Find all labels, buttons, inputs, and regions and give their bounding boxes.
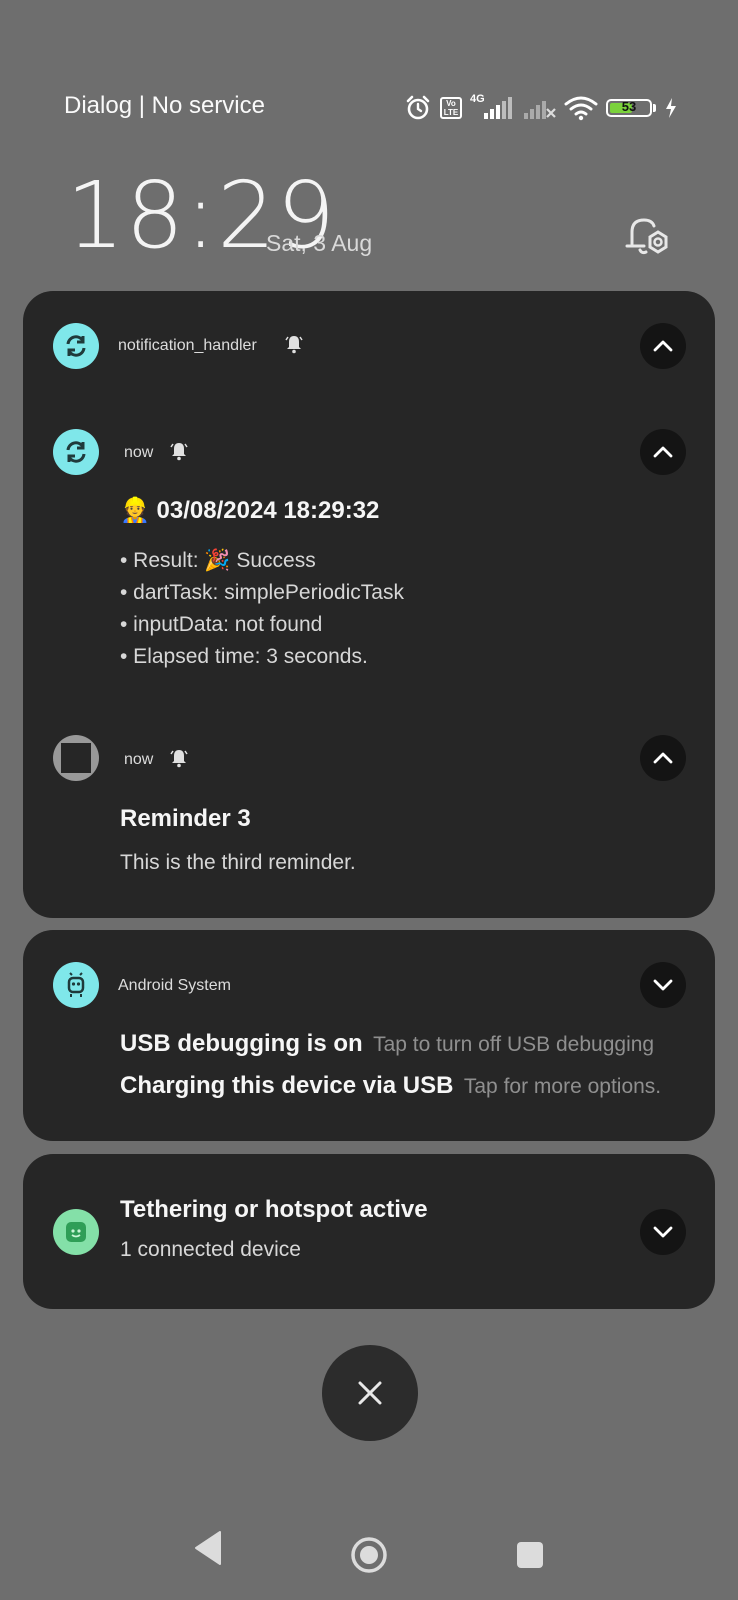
carrier-label: Dialog | No service <box>64 92 265 119</box>
notification-body: • Result: 🎉 Success • dartTask: simplePe… <box>120 545 404 673</box>
notification-settings-icon[interactable] <box>620 210 672 262</box>
usb-charging-row[interactable]: Charging this device via USB Tap for mor… <box>120 1072 661 1100</box>
notification-title: Tethering or hotspot active <box>120 1196 428 1223</box>
hotspot-app-icon <box>53 1209 99 1255</box>
no-signal-icon <box>524 101 556 119</box>
row-title: USB debugging is on <box>120 1030 363 1057</box>
collapse-notification-button[interactable] <box>640 735 686 781</box>
sync-app-icon <box>53 429 99 475</box>
body-line: • dartTask: simplePeriodicTask <box>120 581 404 604</box>
body-line: • Result: 🎉 Success <box>120 549 316 572</box>
back-icon[interactable] <box>192 1530 226 1566</box>
charging-icon <box>666 98 676 118</box>
chevron-down-icon <box>653 979 673 991</box>
chevron-up-icon <box>653 752 673 764</box>
bell-icon <box>285 336 303 354</box>
signal-icon: 4G <box>470 93 514 121</box>
body-line: • Elapsed time: 3 seconds. <box>120 645 368 668</box>
clear-all-button[interactable] <box>322 1345 418 1441</box>
expand-group-button[interactable] <box>640 962 686 1008</box>
chevron-up-icon <box>653 340 673 352</box>
body-line: • inputData: not found <box>120 613 323 636</box>
notification-tethering[interactable]: Tethering or hotspot active 1 connected … <box>23 1154 715 1309</box>
date-label: Sat, 3 Aug <box>266 230 373 256</box>
notification-time: now <box>124 751 154 768</box>
android-system-icon <box>53 962 99 1008</box>
volte-icon: Vo LTE <box>440 97 462 119</box>
row-subtitle: Tap for more options. <box>463 1075 662 1098</box>
close-icon <box>358 1381 382 1405</box>
chevron-down-icon <box>653 1226 673 1238</box>
app-name: Android System <box>118 977 231 994</box>
collapse-notification-button[interactable] <box>640 429 686 475</box>
notification-title: 👷 03/08/2024 18:29:32 <box>120 497 380 524</box>
usb-debugging-row[interactable]: USB debugging is on Tap to turn off USB … <box>120 1030 654 1058</box>
notification-title: Reminder 3 <box>120 805 251 832</box>
row-title: Charging this device via USB <box>120 1072 454 1099</box>
recents-icon[interactable] <box>516 1541 544 1569</box>
battery-icon: 53 <box>606 99 652 117</box>
notification-group-android-system[interactable]: Android System USB debugging is on Tap t… <box>23 930 715 1141</box>
notification-text: This is the third reminder. <box>120 851 356 874</box>
chevron-up-icon <box>653 446 673 458</box>
app-placeholder-icon <box>53 735 99 781</box>
row-subtitle: Tap to turn off USB debugging <box>373 1033 655 1056</box>
bell-icon <box>170 750 188 768</box>
collapse-group-button[interactable] <box>640 323 686 369</box>
notification-time: now <box>124 444 154 461</box>
sync-app-icon <box>53 323 99 369</box>
bell-icon <box>170 443 188 461</box>
home-icon[interactable] <box>350 1536 388 1574</box>
expand-notification-button[interactable] <box>640 1209 686 1255</box>
status-icons: Vo LTE 4G 53 <box>404 93 678 122</box>
notification-group-handler[interactable]: notification_handler now 👷 03/08/2024 18… <box>23 291 715 918</box>
app-name: notification_handler <box>118 337 257 354</box>
notification-text: 1 connected device <box>120 1238 301 1261</box>
wifi-icon <box>564 96 598 121</box>
alarm-icon <box>406 95 430 120</box>
